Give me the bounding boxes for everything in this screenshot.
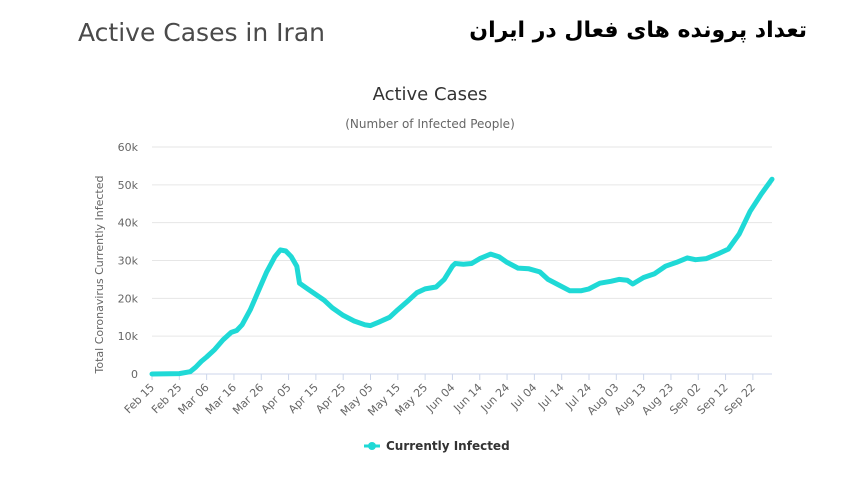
y-tick-label: 20k	[118, 292, 139, 305]
x-tick-label: Jun 04	[423, 381, 457, 415]
series-line-currently-infected[interactable]	[149, 176, 775, 377]
chart-title: Active Cases	[373, 84, 488, 105]
x-tick-label: Jun 14	[450, 381, 484, 415]
legend-marker	[368, 442, 376, 450]
series-group	[149, 176, 775, 377]
y-tick-label: 50k	[118, 179, 139, 192]
x-tick-label: Apr 05	[259, 381, 294, 416]
x-tick-label: Jul 04	[508, 381, 540, 413]
y-tick-label: 0	[131, 368, 138, 381]
chart-subtitle: (Number of Infected People)	[345, 117, 515, 131]
y-tick-label: 40k	[118, 217, 139, 230]
y-tick-label: 60k	[118, 141, 139, 154]
x-tick-label: Jul 14	[535, 381, 567, 413]
x-tick-label: Sep 22	[722, 381, 758, 417]
y-axis-label: Total Coronavirus Currently Infected	[93, 176, 106, 375]
x-tick-label: Jun 24	[478, 381, 512, 415]
y-tick-label: 10k	[118, 330, 139, 343]
legend[interactable]: Currently Infected	[364, 439, 510, 453]
legend-label[interactable]: Currently Infected	[386, 439, 510, 453]
x-axis-ticks: Feb 15Feb 25Mar 06Mar 16Mar 26Apr 05Apr …	[122, 374, 758, 419]
x-tick-label: Apr 15	[286, 381, 321, 416]
active-cases-chart: Active Cases (Number of Infected People)…	[93, 84, 775, 453]
x-tick-label: Mar 26	[230, 381, 266, 417]
y-axis-ticks: 0 10k 20k 30k 40k 50k 60k	[118, 141, 139, 381]
y-tick-label: 30k	[118, 255, 139, 268]
